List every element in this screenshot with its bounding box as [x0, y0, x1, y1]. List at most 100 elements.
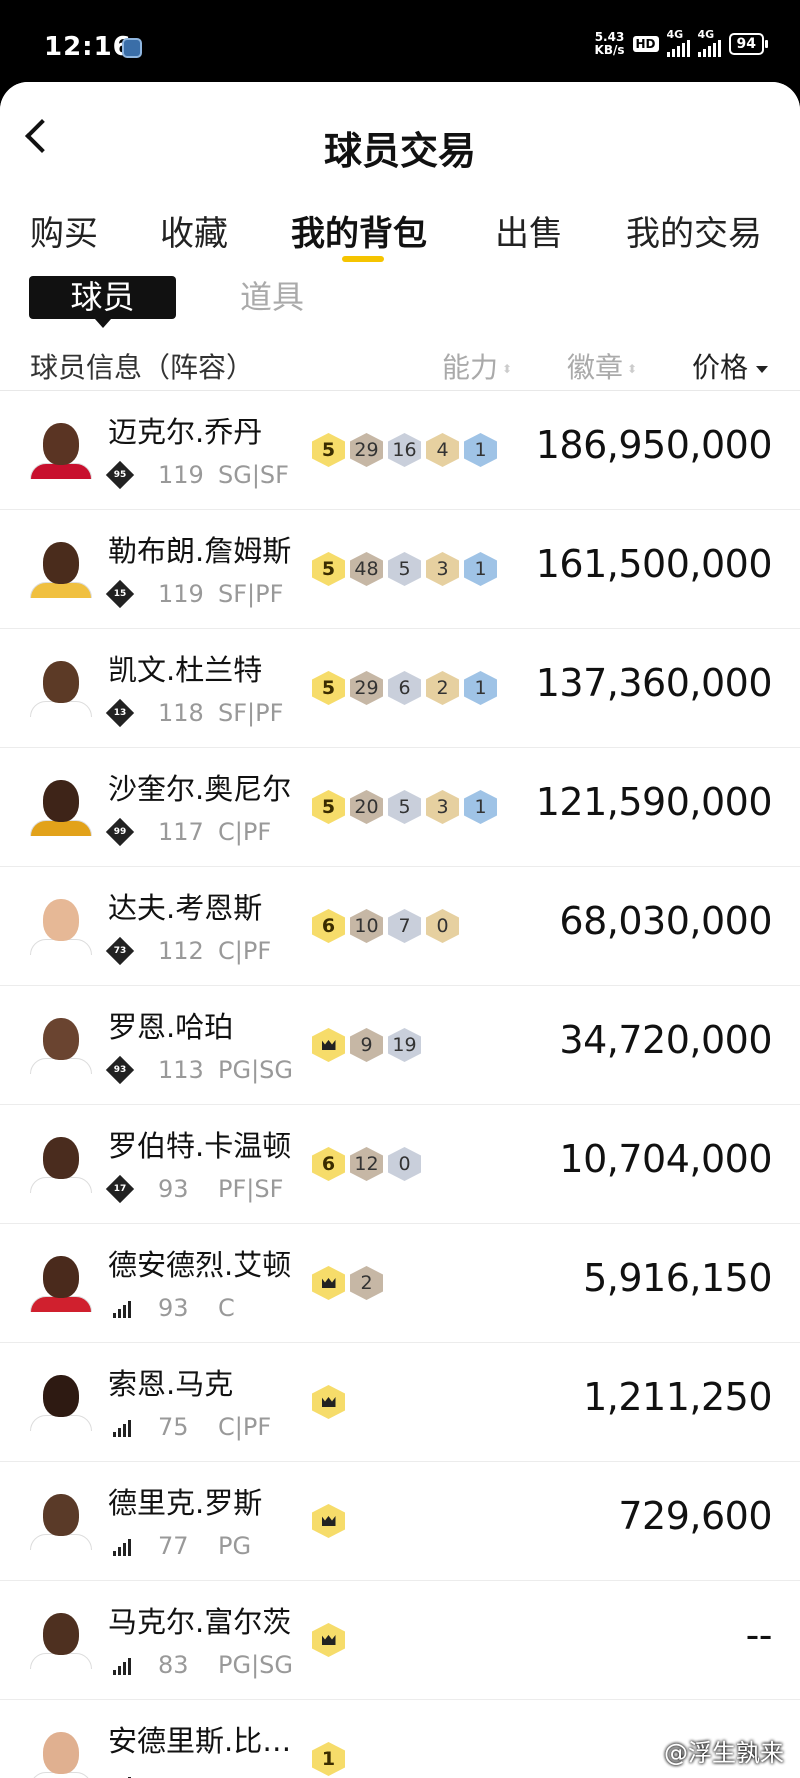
badge-count: 48 — [350, 552, 383, 586]
badge-count: 1 — [464, 671, 497, 705]
player-row[interactable]: 德安德烈.艾顿 93 C 2 5,916,150 — [0, 1224, 800, 1343]
avatar-face — [43, 1256, 79, 1298]
player-name: 安德里斯.比… — [108, 1724, 292, 1758]
tier-badge: 6 — [312, 909, 345, 943]
avatar-face — [43, 1494, 79, 1536]
player-ability: 93 — [158, 1294, 189, 1322]
player-price: 161,500,000 — [535, 542, 773, 586]
player-row[interactable]: 迈克尔.乔丹 95 119 SG|SF 5 29 16 4 1 186,950,000 — [0, 391, 800, 510]
badge-list: 6 10 7 0 — [312, 909, 459, 943]
player-row[interactable]: 沙奎尔.奥尼尔 99 117 C|PF 5 20 5 3 1 121,590,000 — [0, 748, 800, 867]
badge-list — [312, 1504, 345, 1538]
player-name: 勒布朗.詹姆斯 — [108, 534, 292, 568]
player-position: C — [218, 1294, 235, 1322]
subtab-players[interactable]: 球员 — [29, 276, 176, 328]
player-ability: 75 — [158, 1413, 189, 1441]
avatar-jersey — [30, 939, 92, 955]
player-price: 5,916,150 — [583, 1256, 772, 1300]
player-price: -- — [745, 1613, 773, 1657]
player-position: PG — [218, 1532, 252, 1560]
badge-count: 10 — [350, 909, 383, 943]
badge-count: 7 — [388, 909, 421, 943]
player-avatar — [30, 1252, 92, 1312]
tier-badge: 5 — [312, 433, 345, 467]
badge-count: 12 — [350, 1147, 383, 1181]
lineup-diamond-icon: 93 — [105, 1055, 135, 1085]
signal-icon: 4G — [666, 28, 690, 57]
player-row[interactable]: 罗恩.哈珀 93 113 PG|SG 9 19 34,720,000 — [0, 986, 800, 1105]
badge-list — [312, 1623, 345, 1657]
avatar-jersey — [30, 582, 92, 598]
player-row[interactable]: 罗伯特.卡温顿 17 93 PF|SF 6 12 0 10,704,000 — [0, 1105, 800, 1224]
tier-badge: 5 — [312, 790, 345, 824]
lineup-bars-icon — [113, 1538, 131, 1556]
player-name: 凯文.杜兰特 — [108, 653, 263, 687]
avatar-face — [43, 542, 79, 584]
player-position: SF|PF — [218, 699, 284, 727]
player-position: C|PF — [218, 818, 272, 846]
player-name: 罗伯特.卡温顿 — [108, 1129, 292, 1163]
sort-icon: ⬍ — [502, 362, 513, 376]
column-badge-sort[interactable]: 徽章 ⬍ — [567, 346, 637, 386]
tab-my-trades[interactable]: 我的交易 — [626, 206, 762, 255]
badge-count: 6 — [388, 671, 421, 705]
player-ability: 93 — [158, 1175, 189, 1203]
tab-favorites[interactable]: 收藏 — [160, 206, 228, 255]
player-price: 1,211,250 — [583, 1375, 772, 1419]
avatar-face — [43, 1375, 79, 1417]
active-tab-indicator — [342, 256, 384, 262]
player-row[interactable]: 勒布朗.詹姆斯 15 119 SF|PF 5 48 5 3 1 161,500,000 — [0, 510, 800, 629]
player-row[interactable]: 德里克.罗斯 77 PG 729,600 — [0, 1462, 800, 1581]
badge-count: 1 — [464, 433, 497, 467]
player-ability: 113 — [158, 1056, 204, 1084]
tab-buy[interactable]: 购买 — [30, 206, 98, 255]
player-price: 121,590,000 — [535, 780, 773, 824]
avatar-face — [43, 1613, 79, 1655]
player-row[interactable]: 达夫.考恩斯 73 112 C|PF 6 10 7 0 68,030,000 — [0, 867, 800, 986]
badge-count: 0 — [426, 909, 459, 943]
player-ability: 118 — [158, 699, 204, 727]
hd-icon: HD — [632, 35, 659, 52]
player-avatar — [30, 657, 92, 717]
player-ability: 117 — [158, 818, 204, 846]
avatar-face — [43, 1018, 79, 1060]
tab-my-backpack[interactable]: 我的背包 — [291, 206, 427, 255]
player-avatar — [30, 895, 92, 955]
badge-count: 5 — [388, 790, 421, 824]
badge-count: 2 — [426, 671, 459, 705]
badge-count: 5 — [388, 552, 421, 586]
app-notification-icon — [122, 38, 142, 58]
avatar-face — [43, 780, 79, 822]
tier-badge: 5 — [312, 671, 345, 705]
lineup-diamond-icon: 73 — [105, 936, 135, 966]
column-player-info: 球员信息（阵容） — [30, 351, 255, 384]
player-row[interactable]: 凯文.杜兰特 13 118 SF|PF 5 29 6 2 1 137,360,000 — [0, 629, 800, 748]
column-header: 球员信息（阵容） 能力 ⬍ 徽章 ⬍ 价格 — [0, 342, 800, 391]
player-row[interactable]: 马克尔.富尔茨 83 PG|SG -- — [0, 1581, 800, 1700]
sort-icon: ⬍ — [627, 362, 638, 376]
tier-crown-icon — [312, 1266, 345, 1300]
avatar-jersey — [30, 463, 92, 479]
player-position: PG|SG — [218, 1651, 293, 1679]
lineup-bars-icon — [113, 1419, 131, 1437]
column-price-sort[interactable]: 价格 — [692, 346, 769, 386]
player-name: 沙奎尔.奥尼尔 — [108, 772, 292, 806]
player-name: 迈克尔.乔丹 — [108, 415, 263, 449]
column-ability-sort[interactable]: 能力 ⬍ — [442, 346, 512, 386]
player-position: C|PF — [218, 937, 272, 965]
player-row[interactable]: 索恩.马克 75 C|PF 1,211,250 — [0, 1343, 800, 1462]
avatar-jersey — [30, 1058, 92, 1074]
avatar-face — [43, 899, 79, 941]
player-ability: 77 — [158, 1532, 189, 1560]
player-name: 德安德烈.艾顿 — [108, 1248, 292, 1282]
player-avatar — [30, 1609, 92, 1669]
badge-count: 19 — [388, 1028, 421, 1062]
network-speed: 5.43 KB/s — [594, 29, 625, 57]
tier-badge: 6 — [312, 1147, 345, 1181]
status-indicators: 5.43 KB/s HD 4G 4G 94 — [594, 28, 769, 57]
badge-count: 1 — [464, 790, 497, 824]
player-position: PG|SG — [218, 1056, 293, 1084]
player-position: PF|SF — [218, 1175, 284, 1203]
tab-sell[interactable]: 出售 — [495, 206, 563, 255]
subtab-items[interactable]: 道具 — [240, 276, 304, 319]
